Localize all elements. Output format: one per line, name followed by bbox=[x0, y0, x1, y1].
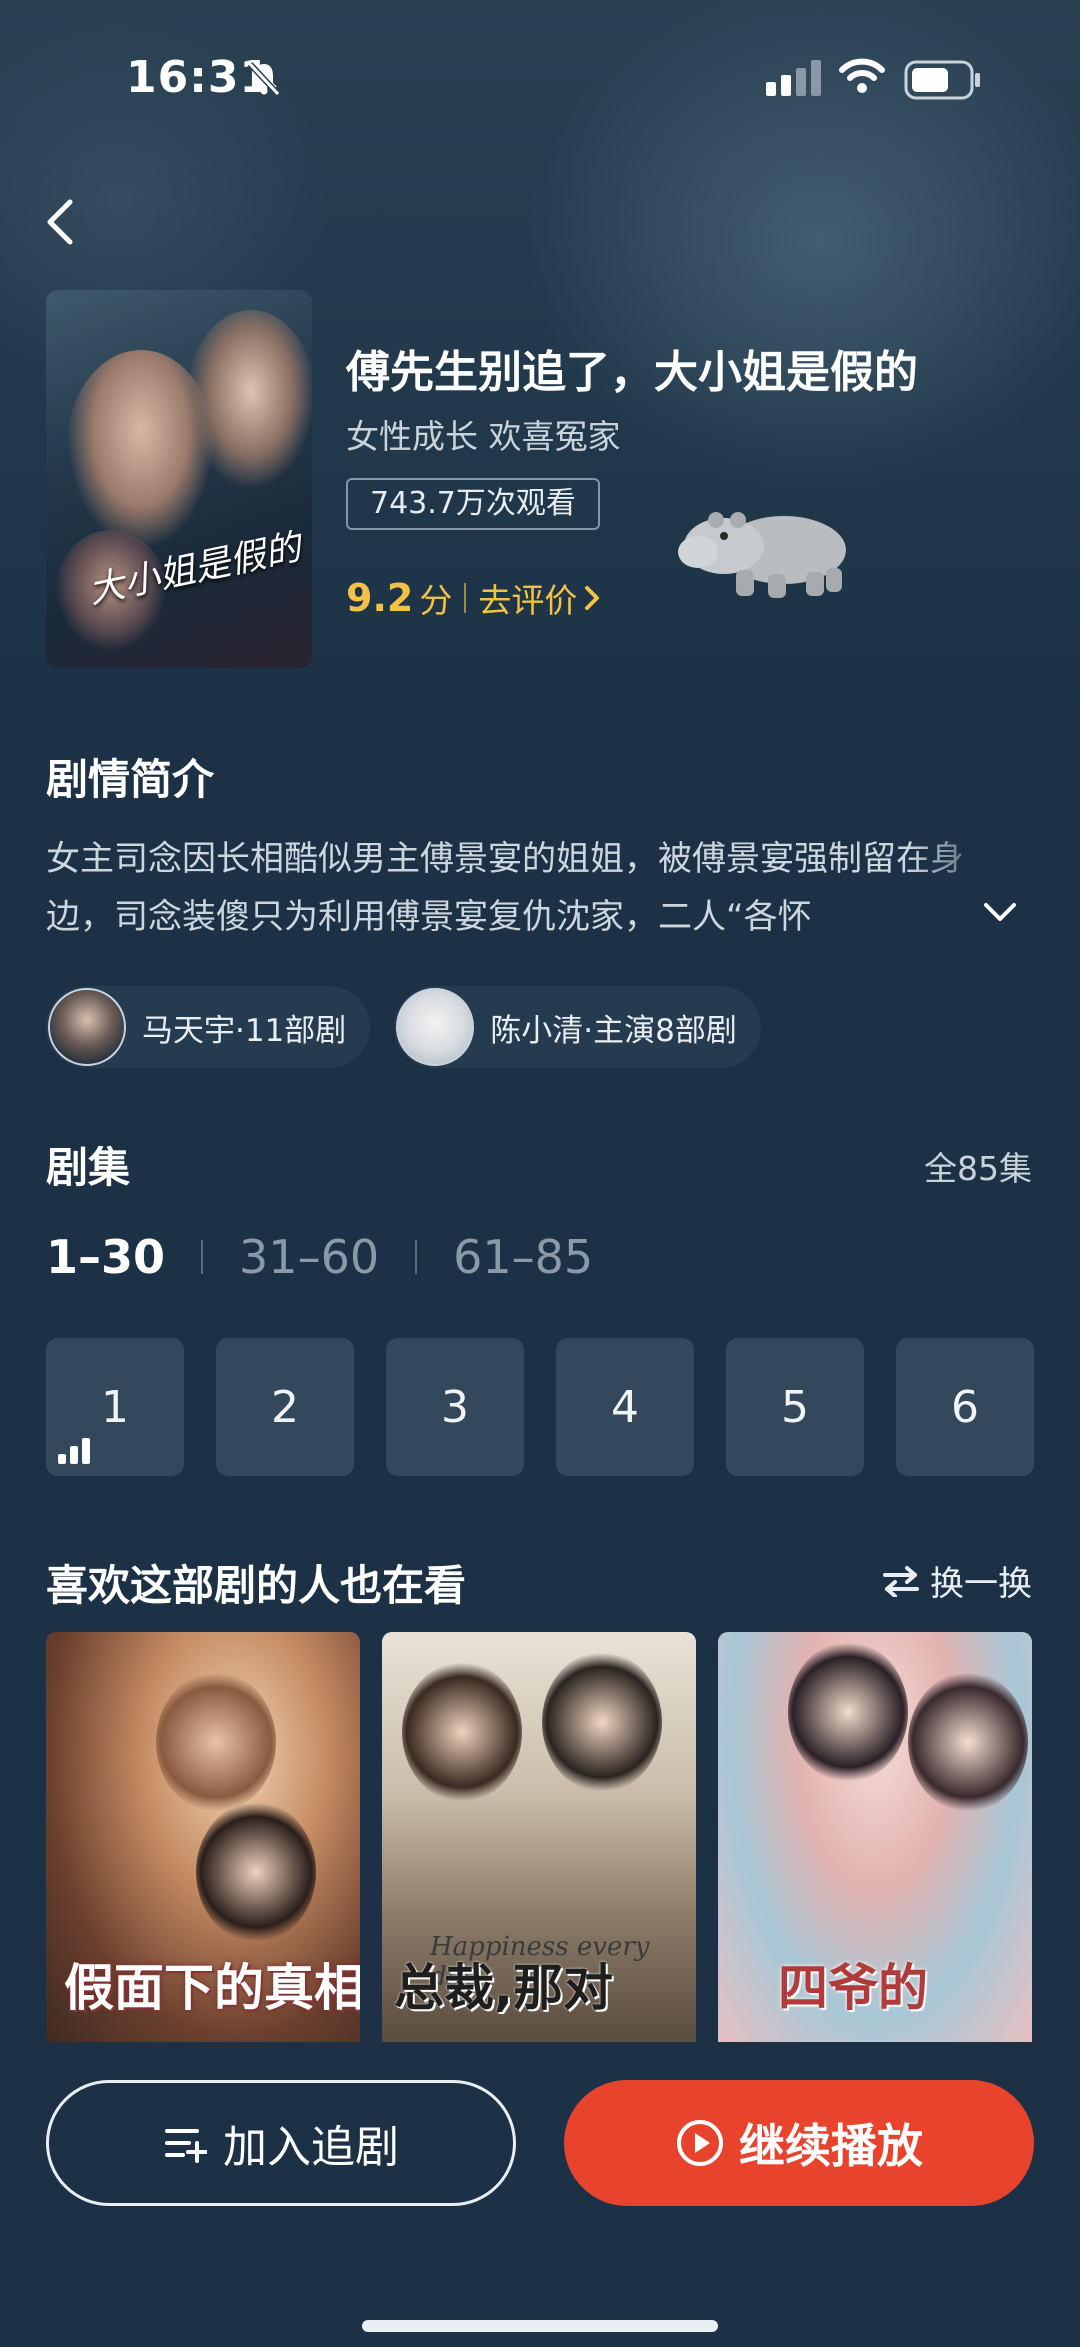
cast-chip[interactable]: 陈小清·主演8部剧 bbox=[394, 986, 761, 1068]
rating-unit: 分 bbox=[419, 581, 453, 620]
recommend-card[interactable]: 假面下的真相 bbox=[46, 1632, 360, 2042]
rate-button[interactable]: 去评价 bbox=[478, 574, 601, 622]
avatar bbox=[396, 988, 475, 1066]
cast-list: 马天宇·11部剧 陈小清·主演8部剧 bbox=[46, 986, 761, 1068]
continue-play-button[interactable]: 继续播放 bbox=[564, 2080, 1034, 2206]
card-art bbox=[908, 1672, 1028, 1812]
mute-bell-icon bbox=[244, 58, 284, 98]
episode-button[interactable]: 6 bbox=[896, 1338, 1034, 1476]
chevron-left-icon bbox=[47, 199, 73, 245]
drama-title: 傅先生别追了，大小姐是假的 bbox=[346, 347, 918, 398]
cast-chip[interactable]: 马天宇·11部剧 bbox=[46, 986, 371, 1068]
tab-range-2[interactable]: 31–60 bbox=[239, 1230, 379, 1284]
recommend-card[interactable]: Happiness every day 总裁,那对 bbox=[382, 1632, 696, 2042]
rating-row: 9.2 分 去评价 bbox=[346, 574, 601, 622]
episode-number: 6 bbox=[951, 1381, 979, 1433]
refresh-label: 换一换 bbox=[930, 1564, 1032, 1604]
card-title-art: 四爷的 bbox=[778, 1959, 928, 2017]
episode-number: 3 bbox=[441, 1381, 469, 1433]
play-circle-icon bbox=[677, 2120, 723, 2166]
episode-number: 2 bbox=[271, 1381, 299, 1433]
episode-range-tabs: 1–30 31–60 61–85 bbox=[46, 1230, 593, 1284]
rating-score: 9.2 bbox=[346, 576, 414, 620]
tab-range-3[interactable]: 61–85 bbox=[453, 1230, 593, 1284]
view-count-badge: 743.7万次观看 bbox=[346, 478, 600, 530]
cast-label: 陈小清·主演8部剧 bbox=[490, 1012, 737, 1049]
add-to-watchlist-button[interactable]: 加入追剧 bbox=[46, 2080, 516, 2206]
wifi-icon bbox=[838, 56, 886, 100]
card-title-art: 假面下的真相 bbox=[64, 1959, 360, 2017]
chevron-right-icon bbox=[585, 586, 600, 610]
list-add-icon bbox=[165, 2129, 207, 2163]
hippo-sticker-icon bbox=[678, 512, 846, 598]
episode-grid: 1 2 3 4 5 6 bbox=[46, 1338, 1034, 1476]
episode-number: 4 bbox=[611, 1381, 639, 1433]
swap-arrows-icon bbox=[883, 1565, 919, 1597]
recommend-card[interactable]: 四爷的 bbox=[718, 1632, 1032, 2042]
synopsis-title: 剧情简介 bbox=[46, 755, 215, 804]
rate-label: 去评价 bbox=[478, 581, 578, 620]
now-playing-icon bbox=[58, 1438, 90, 1464]
back-button[interactable] bbox=[40, 190, 90, 254]
card-art bbox=[156, 1672, 276, 1812]
battery-icon bbox=[904, 60, 982, 104]
episode-button[interactable]: 2 bbox=[216, 1338, 354, 1476]
episodes-title: 剧集 bbox=[46, 1143, 131, 1192]
card-art bbox=[788, 1642, 908, 1782]
home-indicator bbox=[362, 2320, 718, 2332]
card-art bbox=[196, 1802, 316, 1942]
episodes-total-button[interactable]: 全85集 bbox=[924, 1142, 1032, 1190]
recommend-title: 喜欢这部剧的人也在看 bbox=[46, 1561, 467, 1610]
refresh-button[interactable]: 换一换 bbox=[882, 1556, 1032, 1605]
episode-button[interactable]: 3 bbox=[386, 1338, 524, 1476]
divider bbox=[201, 1240, 204, 1274]
play-label: 继续播放 bbox=[739, 2119, 923, 2173]
poster-art bbox=[186, 310, 312, 490]
episode-button[interactable]: 1 bbox=[46, 1338, 184, 1476]
episode-button[interactable]: 4 bbox=[556, 1338, 694, 1476]
signal-icon bbox=[766, 60, 822, 100]
chevron-down-icon bbox=[984, 903, 1016, 921]
episode-number: 1 bbox=[101, 1381, 129, 1433]
card-art bbox=[402, 1662, 522, 1802]
episode-button[interactable]: 5 bbox=[726, 1338, 864, 1476]
follow-label: 加入追剧 bbox=[223, 2122, 399, 2173]
recommend-list: 假面下的真相 Happiness every day 总裁,那对 四爷的 bbox=[46, 1632, 1032, 2042]
tab-range-1[interactable]: 1–30 bbox=[46, 1230, 165, 1284]
divider bbox=[464, 583, 467, 613]
status-bar: 16:31 bbox=[0, 0, 1080, 150]
card-art bbox=[542, 1652, 662, 1792]
expand-synopsis-button[interactable] bbox=[982, 900, 1018, 928]
drama-poster[interactable]: 大小姐是假的 bbox=[46, 290, 312, 668]
cast-label: 马天宇·11部剧 bbox=[142, 1012, 347, 1049]
card-title-art: 总裁,那对 bbox=[394, 1959, 613, 2017]
divider bbox=[415, 1240, 418, 1274]
episode-number: 5 bbox=[781, 1381, 809, 1433]
avatar bbox=[48, 988, 126, 1066]
drama-tags: 女性成长 欢喜冤家 bbox=[346, 417, 621, 456]
synopsis-text: 女主司念因长相酷似男主傅景宴的姐姐，被傅景宴强制留在身边，司念装傻只为利用傅景宴… bbox=[46, 839, 964, 937]
